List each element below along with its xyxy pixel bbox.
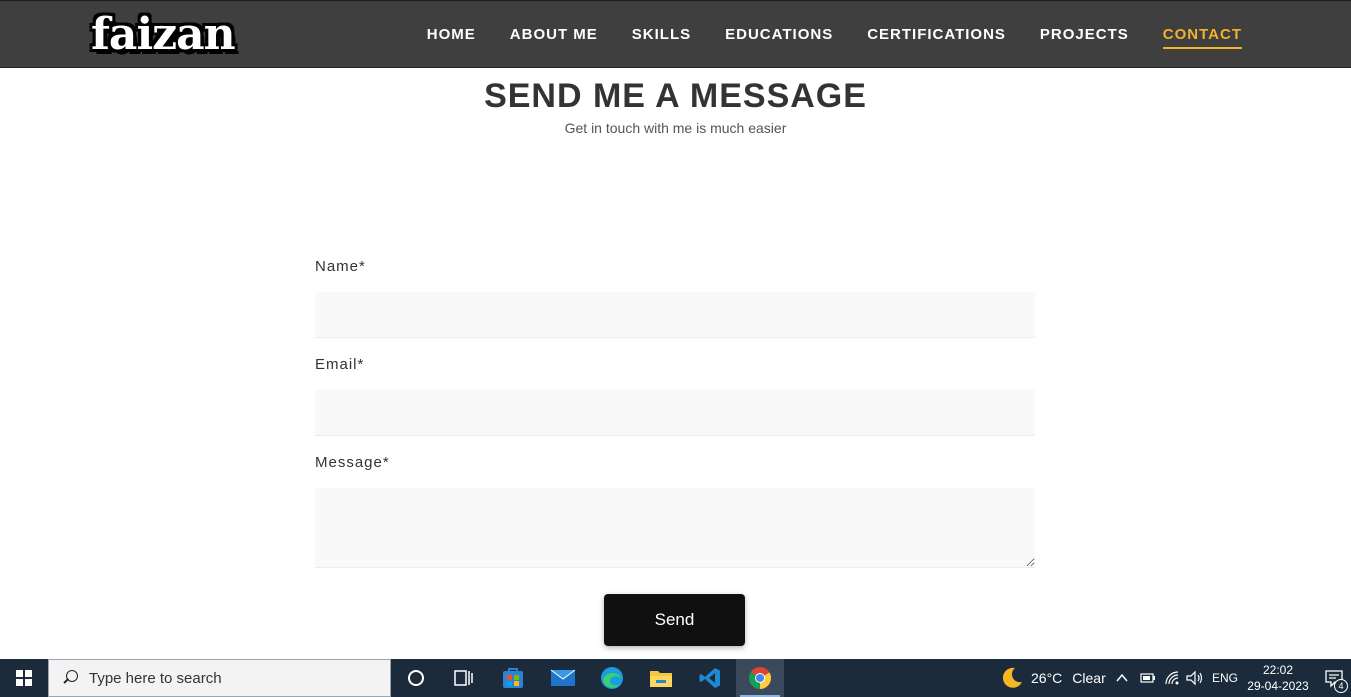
message-group: Message* — [315, 454, 1035, 568]
search-icon — [61, 669, 79, 687]
contact-form: Name* Email* Message* — [315, 258, 1035, 586]
page: faizan HOME ABOUT ME SKILLS EDUCATIONS C… — [0, 0, 1351, 697]
network-status[interactable] — [1164, 659, 1182, 697]
weather-temp: 26°C — [1031, 670, 1063, 686]
weather-widget[interactable]: 26°C Clear — [1000, 659, 1106, 697]
taskbar-search[interactable]: Type here to search — [48, 659, 391, 697]
language-indicator[interactable]: ENG — [1212, 659, 1238, 697]
edge-icon[interactable] — [588, 659, 636, 697]
search-placeholder: Type here to search — [89, 669, 222, 687]
message-textarea[interactable] — [315, 488, 1035, 568]
nav-home[interactable]: HOME — [427, 25, 476, 49]
nav-projects[interactable]: PROJECTS — [1040, 25, 1129, 49]
nav-contact[interactable]: CONTACT — [1162, 25, 1242, 49]
section-subtitle: Get in touch with me is much easier — [564, 120, 787, 136]
file-explorer-icon[interactable] — [637, 659, 685, 697]
store-icon[interactable] — [489, 659, 537, 697]
taskbar-clock[interactable]: 22:02 29-04-2023 — [1244, 662, 1312, 694]
wifi-icon — [1165, 671, 1179, 685]
speaker-icon — [1186, 670, 1203, 686]
task-view-icon[interactable] — [440, 659, 488, 697]
name-input[interactable] — [315, 292, 1035, 338]
clock-date: 29-04-2023 — [1247, 679, 1309, 693]
vscode-icon[interactable] — [686, 659, 734, 697]
nav-certifications[interactable]: CERTIFICATIONS — [867, 25, 1006, 49]
clock-time: 22:02 — [1262, 663, 1294, 677]
chrome-icon[interactable] — [736, 659, 784, 697]
battery-status[interactable] — [1140, 659, 1156, 697]
nav-about-me[interactable]: ABOUT ME — [510, 25, 598, 49]
site-header: faizan HOME ABOUT ME SKILLS EDUCATIONS C… — [0, 0, 1351, 68]
site-logo[interactable]: faizan — [91, 10, 236, 60]
windows-taskbar: Type here to search 26°C Clear ENG 22:02… — [0, 659, 1351, 697]
moon-icon — [1002, 667, 1022, 688]
show-hidden-icons[interactable] — [1115, 659, 1129, 697]
nav-educations[interactable]: EDUCATIONS — [725, 25, 833, 49]
section-title: SEND ME A MESSAGE — [484, 77, 867, 115]
name-group: Name* — [315, 258, 1035, 338]
main-nav: HOME ABOUT ME SKILLS EDUCATIONS CERTIFIC… — [427, 25, 1242, 49]
email-group: Email* — [315, 356, 1035, 436]
email-label: Email* — [315, 356, 365, 373]
volume-control[interactable] — [1186, 659, 1204, 697]
cortana-icon[interactable] — [392, 659, 440, 697]
notification-count: 4 — [1334, 679, 1348, 693]
nav-skills[interactable]: SKILLS — [632, 25, 691, 49]
notification-center[interactable]: 4 — [1324, 659, 1348, 697]
send-button[interactable]: Send — [604, 594, 745, 646]
chevron-up-icon — [1116, 673, 1128, 682]
start-button[interactable] — [0, 659, 48, 697]
weather-desc: Clear — [1072, 670, 1106, 686]
mail-icon[interactable] — [539, 659, 587, 697]
email-input[interactable] — [315, 390, 1035, 436]
name-label: Name* — [315, 258, 366, 275]
battery-icon — [1140, 673, 1155, 683]
message-label: Message* — [315, 454, 390, 471]
windows-logo-icon — [16, 670, 32, 686]
